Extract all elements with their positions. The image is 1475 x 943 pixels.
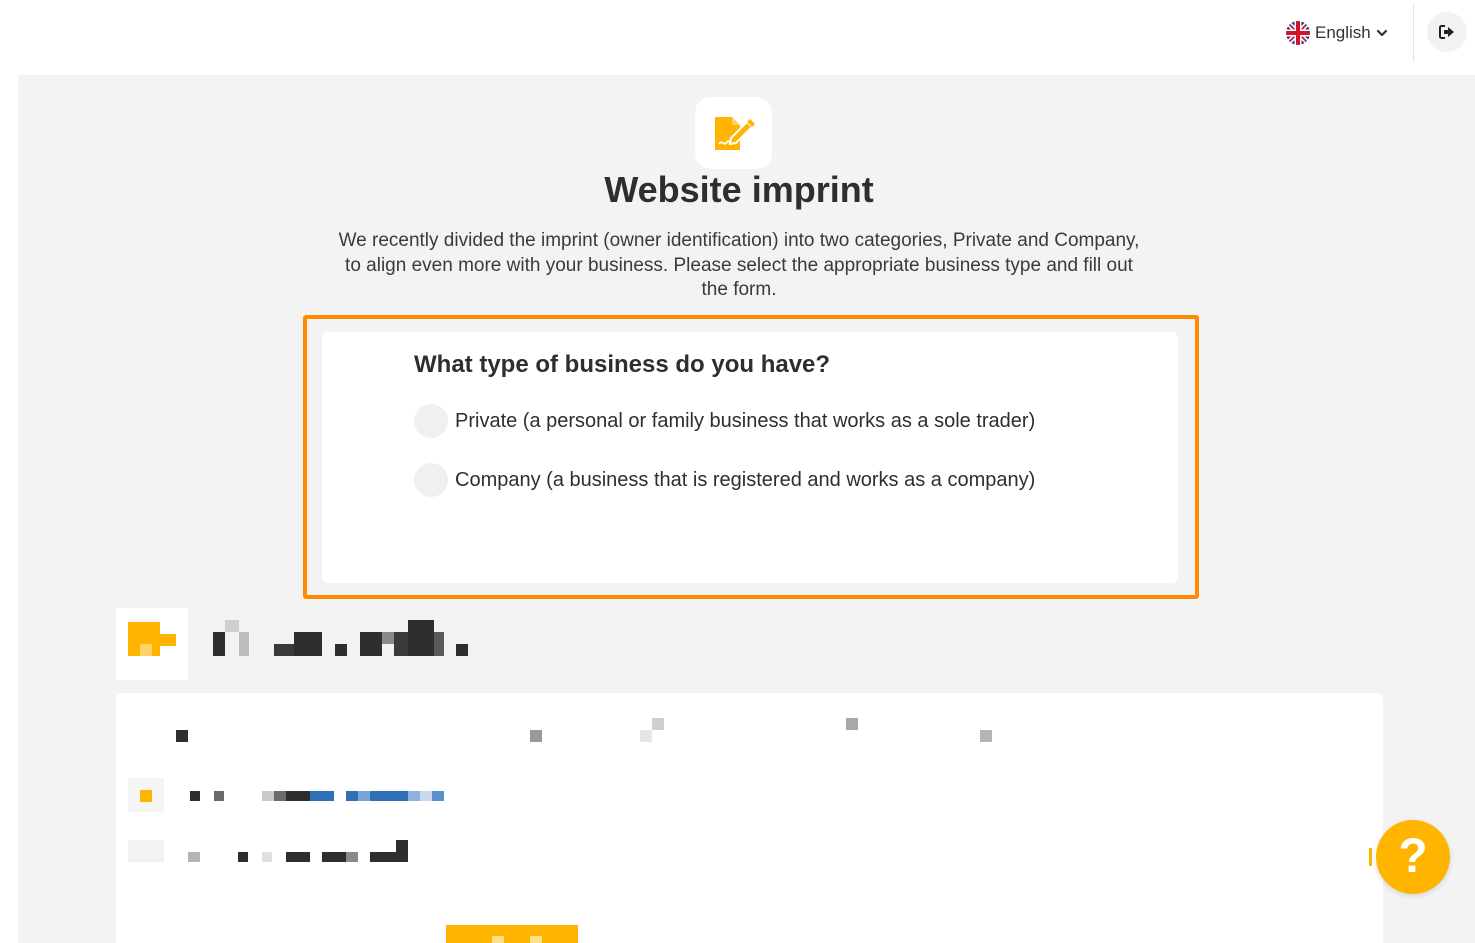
chevron-down-icon — [1376, 29, 1387, 37]
hero-icon-tile — [695, 97, 772, 169]
language-selector[interactable]: English — [1286, 20, 1388, 46]
help-tab-edge — [1369, 848, 1372, 866]
header-divider — [1413, 4, 1414, 62]
logout-button[interactable] — [1427, 12, 1467, 52]
signature-document-icon — [714, 117, 755, 150]
uk-flag-icon — [1286, 21, 1310, 45]
private-option-label: Private (a personal or family business t… — [455, 409, 1036, 432]
page-description: We recently divided the imprint (owner i… — [338, 230, 1140, 300]
obscured-details-card — [116, 693, 1383, 943]
help-button[interactable]: ? — [1376, 820, 1450, 894]
language-label: English — [1315, 23, 1371, 42]
business-type-card: What type of business do you have? Priva… — [322, 332, 1178, 583]
business-type-question: What type of business do you have? — [414, 351, 831, 378]
company-radio[interactable] — [414, 463, 448, 497]
page-title: Website imprint — [604, 169, 874, 210]
sign-out-icon — [1439, 25, 1454, 39]
top-bar: English — [0, 0, 1475, 72]
private-option[interactable]: Private (a personal or family business t… — [414, 404, 1035, 438]
company-option-label: Company (a business that is registered a… — [455, 468, 1036, 491]
obscured-section-icon — [116, 608, 188, 680]
private-radio[interactable] — [414, 404, 448, 438]
company-option[interactable]: Company (a business that is registered a… — [414, 463, 1035, 497]
question-mark-icon: ? — [1398, 830, 1428, 883]
main-content: Website imprint We recently divided the … — [18, 75, 1475, 943]
